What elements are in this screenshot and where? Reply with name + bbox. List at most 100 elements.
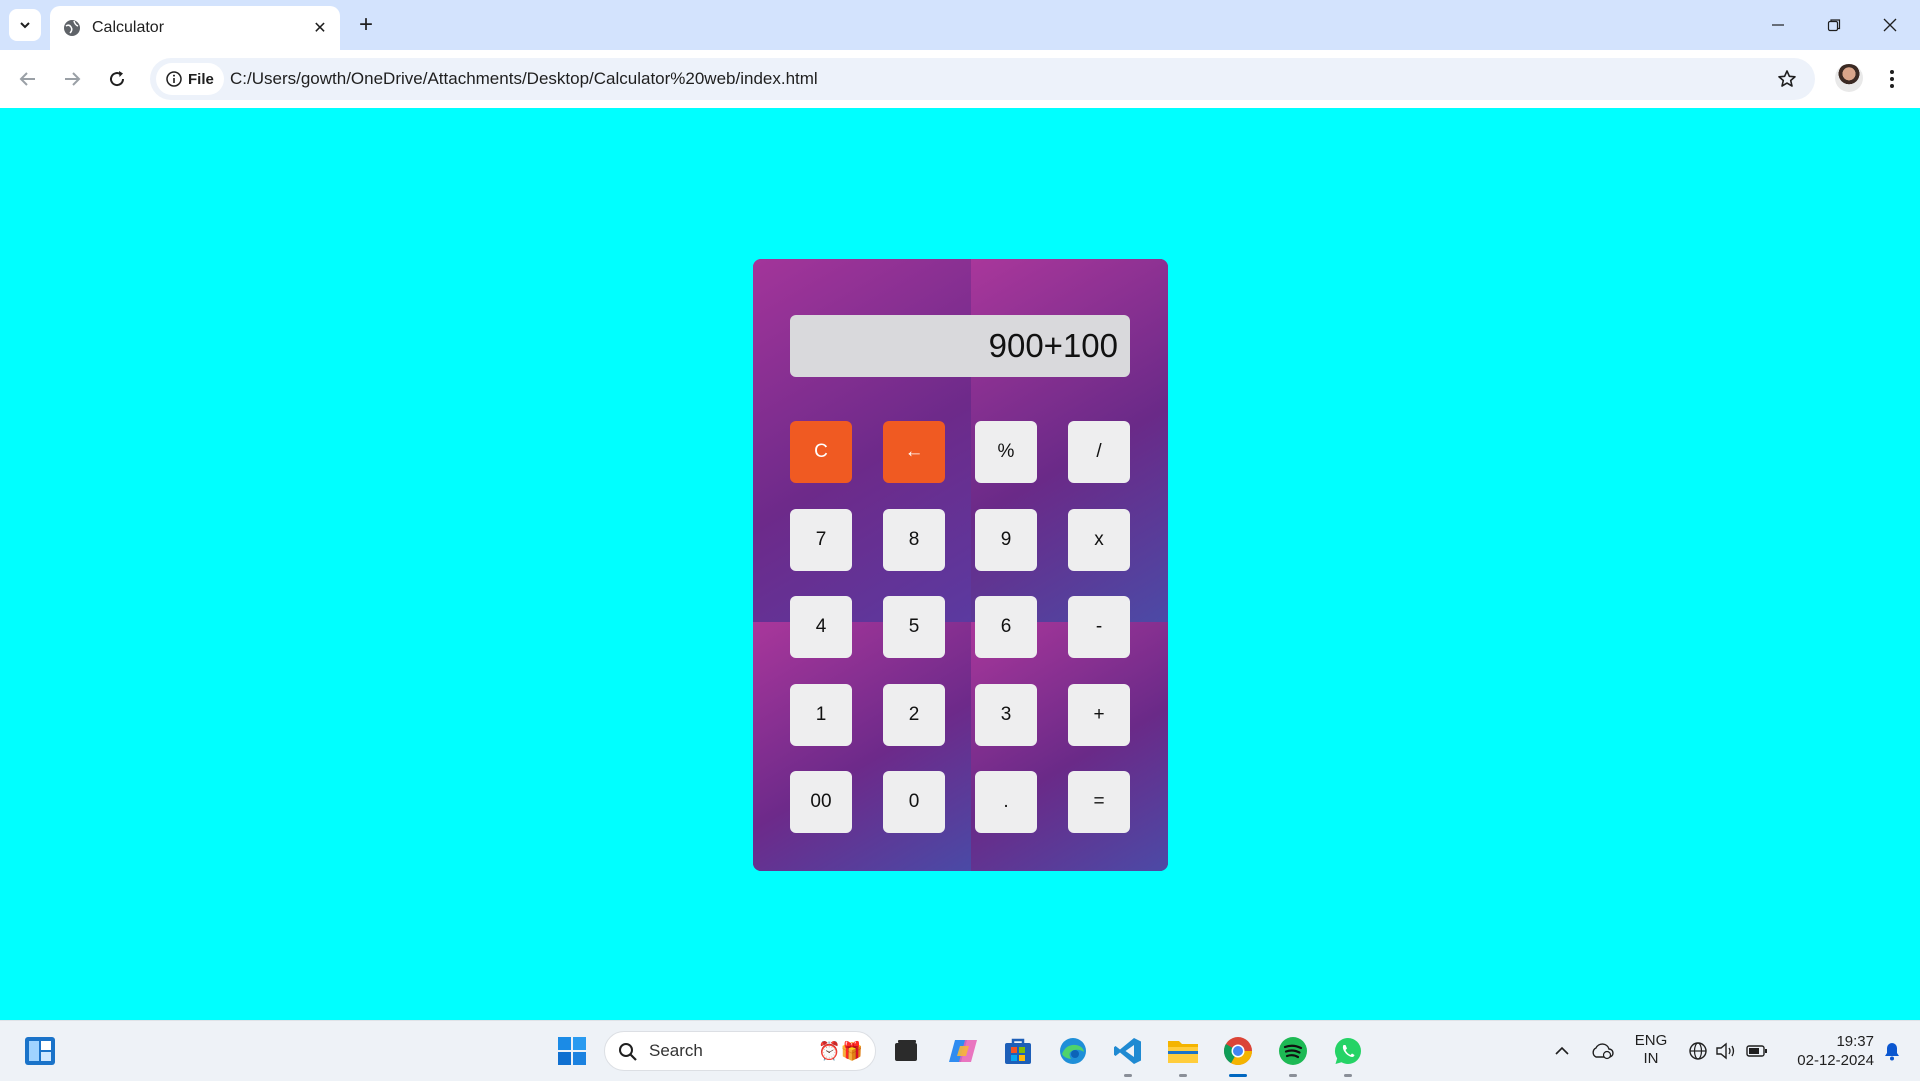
task-view-button[interactable]	[886, 1031, 926, 1071]
language-indicator[interactable]: ENG IN	[1628, 1032, 1674, 1068]
microsoft-store-button[interactable]	[998, 1031, 1038, 1071]
language-code: ENG	[1634, 1032, 1668, 1049]
active-indicator	[1229, 1074, 1247, 1077]
globe-icon	[62, 18, 82, 38]
calculator-background-panel	[971, 622, 1168, 871]
reload-icon	[110, 71, 125, 87]
copilot-button[interactable]	[943, 1031, 983, 1071]
vscode-button[interactable]	[1108, 1031, 1148, 1077]
edge-button[interactable]	[1053, 1031, 1093, 1071]
equals-button[interactable]: =	[1068, 771, 1130, 833]
file-explorer-button[interactable]	[1163, 1031, 1203, 1077]
spotify-button[interactable]	[1273, 1031, 1313, 1077]
onedrive-button[interactable]	[1584, 1031, 1620, 1071]
profile-avatar[interactable]	[1835, 64, 1863, 92]
notifications-button[interactable]	[1874, 1031, 1910, 1071]
digit-7-button[interactable]: 7	[790, 509, 852, 571]
clock-date: 02-12-2024	[1797, 1052, 1874, 1069]
restore-button[interactable]	[1806, 0, 1862, 50]
close-window-button[interactable]	[1862, 0, 1918, 50]
close-icon	[1883, 18, 1897, 32]
running-indicator	[1179, 1074, 1187, 1077]
running-indicator	[1289, 1074, 1297, 1077]
back-button[interactable]	[12, 63, 44, 95]
battery-icon	[1746, 1045, 1767, 1057]
browser-tab-bar: Calculator ✕ +	[0, 0, 1920, 50]
more-vertical-icon	[1890, 70, 1894, 88]
minimize-button[interactable]	[1750, 0, 1806, 50]
bell-icon	[1885, 1043, 1899, 1061]
restore-icon	[1827, 19, 1841, 32]
volume-button[interactable]	[1712, 1031, 1740, 1071]
taskbar-search-box[interactable]: Search ⏰🎁	[604, 1031, 876, 1071]
show-hidden-icons-button[interactable]	[1542, 1031, 1582, 1071]
windows-logo-icon	[558, 1037, 586, 1065]
digit-2-button[interactable]: 2	[883, 684, 945, 746]
forward-button[interactable]	[56, 63, 88, 95]
subtract-button[interactable]: -	[1068, 596, 1130, 658]
clock-time: 19:37	[1836, 1033, 1874, 1050]
battery-button[interactable]	[1742, 1031, 1772, 1071]
copilot-icon	[949, 1040, 977, 1062]
network-button[interactable]	[1684, 1031, 1712, 1071]
search-icon	[617, 1041, 639, 1063]
whatsapp-button[interactable]	[1328, 1031, 1368, 1077]
digit-5-button[interactable]: 5	[883, 596, 945, 658]
tab-title: Calculator	[92, 19, 165, 36]
taskbar: Search ⏰🎁 ENG IN 19:37 02-12-2024	[0, 1020, 1920, 1081]
globe-icon	[1689, 1042, 1707, 1060]
digit-6-button[interactable]: 6	[975, 596, 1037, 658]
start-button[interactable]	[552, 1031, 592, 1071]
whatsapp-icon	[1334, 1037, 1361, 1065]
calculator-background-panel	[753, 622, 971, 871]
browser-menu-button[interactable]	[1880, 63, 1904, 95]
browser-toolbar: File C:/Users/gowth/OneDrive/Attachments…	[0, 50, 1920, 108]
search-placeholder: Search	[649, 1041, 703, 1060]
chrome-icon	[1224, 1037, 1252, 1065]
add-button[interactable]: +	[1068, 684, 1130, 746]
digit-0-button[interactable]: 0	[883, 771, 945, 833]
running-indicator	[1344, 1074, 1352, 1077]
calculator-display[interactable]: 900+100	[790, 315, 1130, 377]
url-text[interactable]: C:/Users/gowth/OneDrive/Attachments/Desk…	[230, 58, 818, 100]
arrow-left-icon	[19, 72, 35, 86]
chevron-down-icon	[20, 22, 30, 29]
calculator: 900+100 C ← % / 7 8 9 x 4 5 6 - 1 2 3 + …	[753, 259, 1168, 871]
region-code: IN	[1643, 1050, 1659, 1067]
vscode-icon	[1114, 1038, 1141, 1064]
search-highlight-icon: ⏰🎁	[818, 1041, 863, 1061]
store-icon	[1005, 1038, 1031, 1064]
task-view-icon	[895, 1040, 917, 1061]
edge-icon	[1060, 1038, 1086, 1064]
chevron-up-icon	[1555, 1046, 1569, 1055]
chrome-button[interactable]	[1218, 1031, 1258, 1077]
bookmark-star-icon[interactable]	[1775, 67, 1799, 91]
tab-search-button[interactable]	[9, 9, 41, 41]
digit-8-button[interactable]: 8	[883, 509, 945, 571]
active-tab[interactable]: Calculator ✕	[50, 6, 340, 50]
minimize-icon	[1772, 24, 1784, 26]
site-info-chip[interactable]: File	[156, 63, 224, 95]
multiply-button[interactable]: x	[1068, 509, 1130, 571]
divide-button[interactable]: /	[1068, 421, 1130, 483]
info-icon	[165, 70, 183, 88]
widgets-button[interactable]	[20, 1031, 60, 1071]
arrow-right-icon	[65, 72, 81, 86]
address-bar[interactable]: File C:/Users/gowth/OneDrive/Attachments…	[150, 58, 1815, 100]
clear-button[interactable]: C	[790, 421, 852, 483]
speaker-icon	[1716, 1042, 1735, 1060]
percent-button[interactable]: %	[975, 421, 1037, 483]
backspace-button[interactable]: ←	[883, 421, 945, 483]
double-zero-button[interactable]: 00	[790, 771, 852, 833]
digit-1-button[interactable]: 1	[790, 684, 852, 746]
new-tab-button[interactable]: +	[352, 11, 380, 39]
decimal-button[interactable]: .	[975, 771, 1037, 833]
spotify-icon	[1279, 1037, 1307, 1065]
running-indicator	[1124, 1074, 1132, 1077]
clock[interactable]: 19:37 02-12-2024	[1780, 1032, 1874, 1070]
digit-3-button[interactable]: 3	[975, 684, 1037, 746]
digit-9-button[interactable]: 9	[975, 509, 1037, 571]
digit-4-button[interactable]: 4	[790, 596, 852, 658]
tab-close-icon[interactable]: ✕	[310, 18, 330, 38]
reload-button[interactable]	[101, 63, 133, 95]
